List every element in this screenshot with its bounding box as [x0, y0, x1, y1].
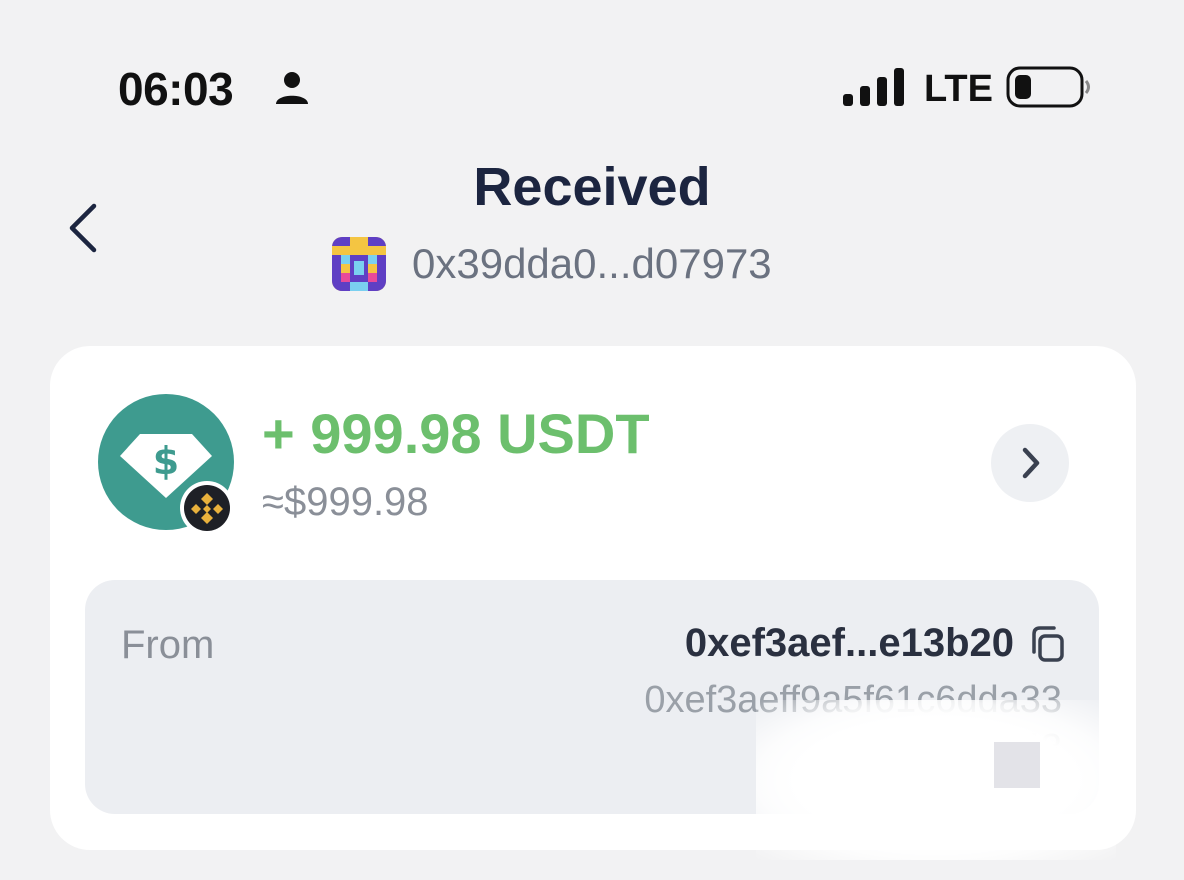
usdt-token-icon: $ — [98, 394, 234, 535]
transaction-detail-screen: 06:03 LTE Received 0x39dda0...d07973 $ +… — [0, 0, 1184, 880]
received-amount: + 999.98 USDT — [262, 402, 650, 465]
battery-icon — [1006, 66, 1090, 108]
wallet-avatar — [332, 237, 386, 291]
obscured-square — [994, 742, 1040, 788]
wallet-address: 0x39dda0...d07973 — [412, 240, 772, 287]
fiat-value: ≈$999.98 — [262, 480, 429, 524]
from-address-short: 0xef3aef...e13b20 — [684, 621, 1014, 665]
chevron-right-icon — [1022, 447, 1040, 479]
cellular-signal-icon — [843, 68, 904, 106]
svg-text:$: $ — [153, 439, 179, 483]
wallet-identity: 0x39dda0...d07973 — [332, 236, 772, 292]
copy-icon[interactable] — [1028, 624, 1066, 664]
person-icon — [276, 72, 308, 104]
token-details-button[interactable] — [991, 424, 1069, 502]
network-type-label: LTE — [924, 68, 993, 110]
obscured-region — [756, 700, 1116, 860]
from-label: From — [121, 623, 215, 667]
status-time: 06:03 — [118, 63, 234, 115]
page-title: Received — [473, 157, 711, 217]
